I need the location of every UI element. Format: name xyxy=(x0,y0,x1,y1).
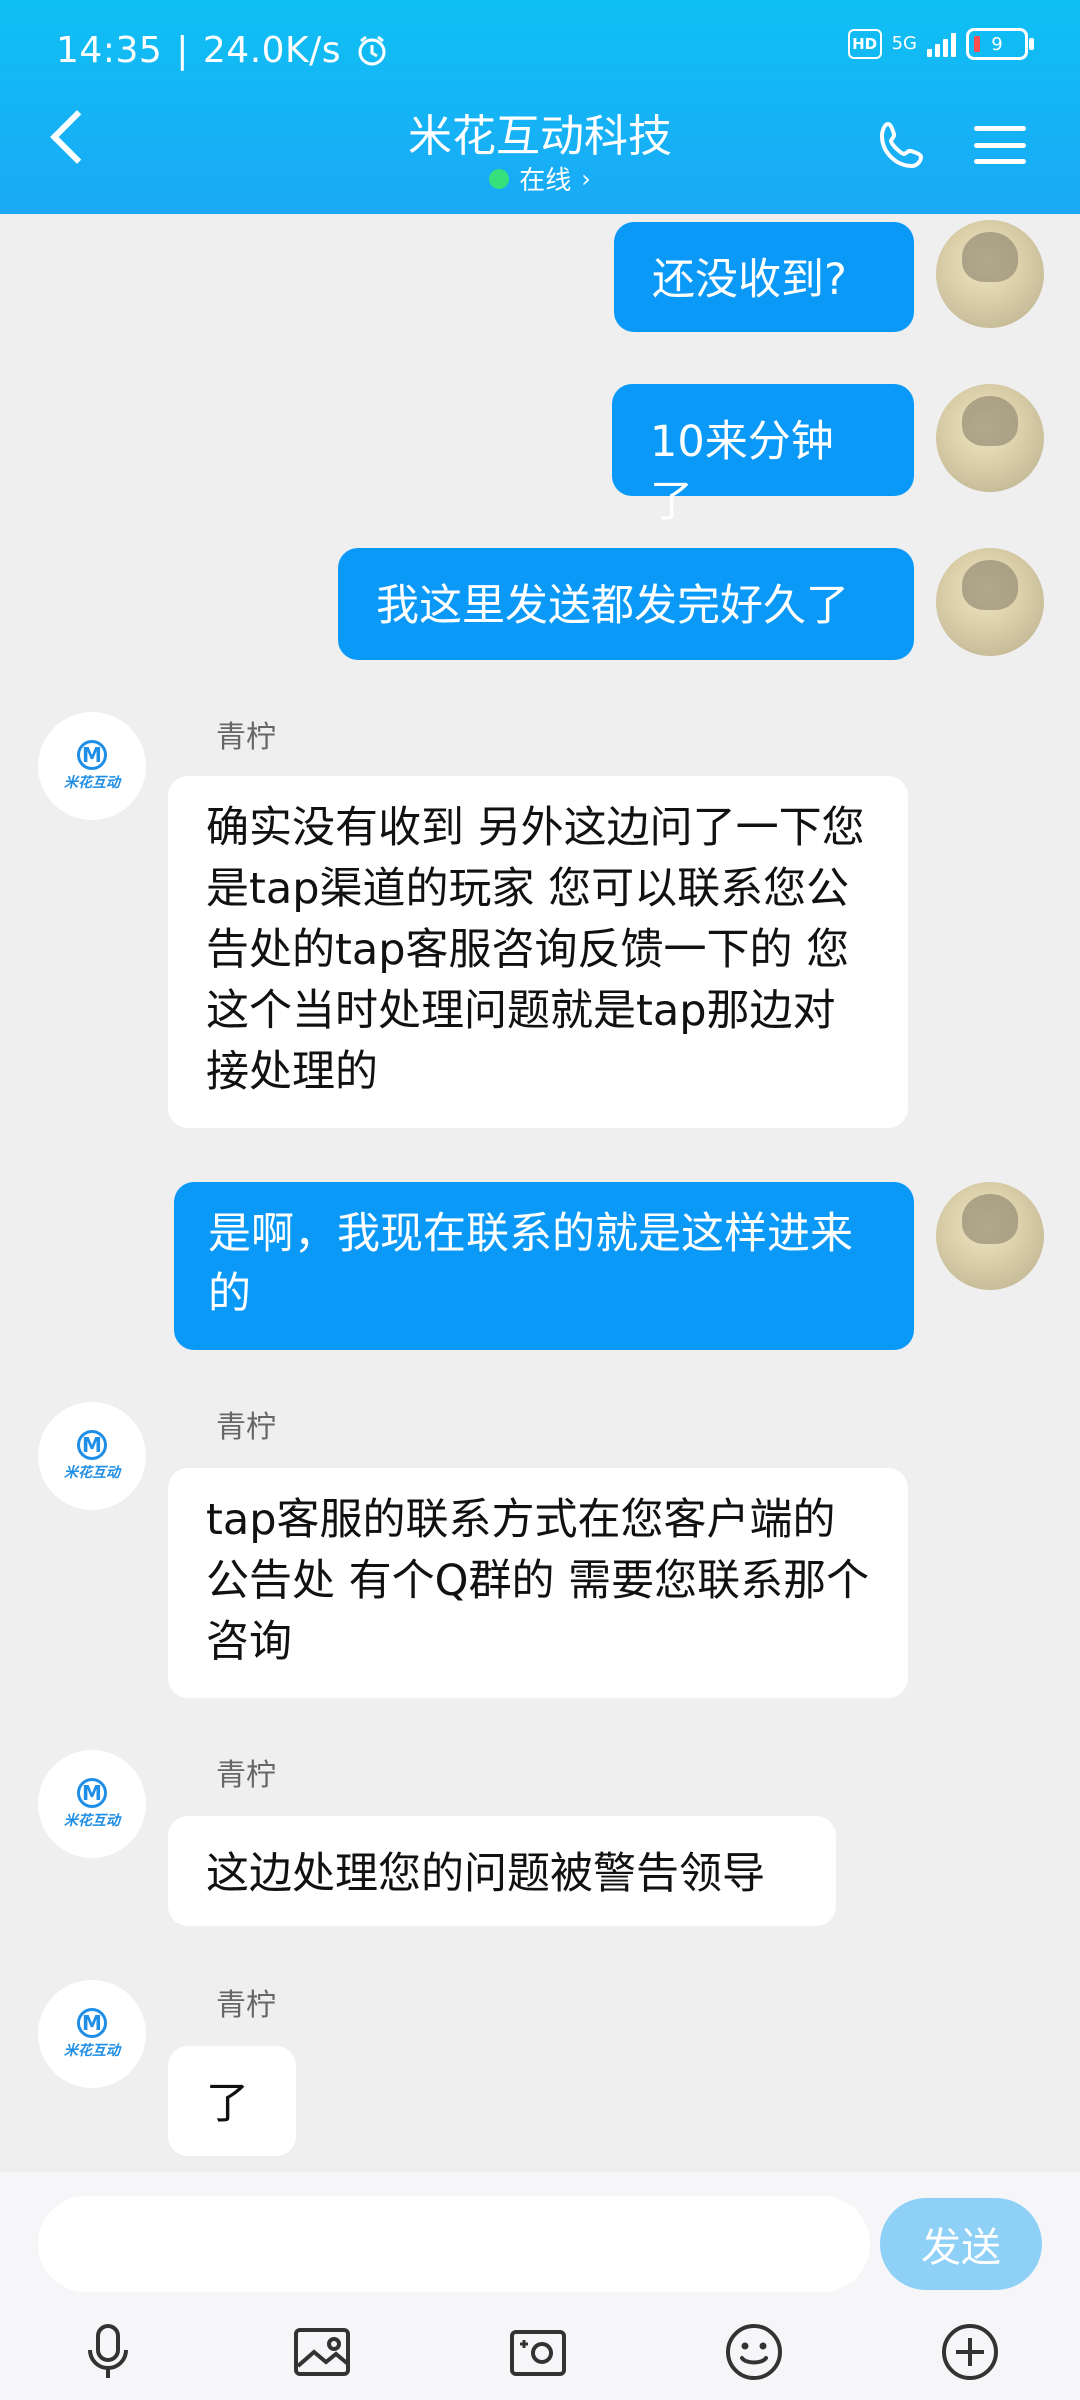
brand-logo-icon: M xyxy=(77,1778,107,1808)
camera-icon[interactable] xyxy=(506,2320,570,2384)
contact-avatar[interactable]: M 米花互动 xyxy=(38,1980,146,2088)
my-avatar[interactable] xyxy=(936,548,1044,656)
microphone-icon[interactable] xyxy=(76,2320,140,2384)
alarm-icon xyxy=(358,35,386,65)
sender-name: 青柠 xyxy=(216,1988,276,2023)
contact-avatar[interactable]: M 米花互动 xyxy=(38,1402,146,1510)
my-avatar[interactable] xyxy=(936,384,1044,492)
status-bar-right: HD 5G 9 xyxy=(847,28,1034,60)
signal-icon xyxy=(927,31,956,57)
my-avatar[interactable] xyxy=(936,1182,1044,1290)
sender-name: 青柠 xyxy=(216,1410,276,1445)
status-time: 14:35 xyxy=(56,30,163,71)
message-bubble-received[interactable]: 这边处理您的问题被警告领导 xyxy=(168,1816,836,1926)
brand-logo-icon: M xyxy=(77,1430,107,1460)
online-dot-icon xyxy=(489,168,510,189)
battery-level: 9 xyxy=(991,33,1003,55)
plus-icon[interactable] xyxy=(938,2320,1002,2384)
brand-logo-text: 米花互动 xyxy=(64,775,120,791)
brand-logo-icon: M xyxy=(77,2008,107,2038)
composer-bar: 发送 xyxy=(0,2172,1080,2400)
sender-name: 青柠 xyxy=(216,1758,276,1793)
message-bubble-sent[interactable]: 我这里发送都发完好久了 xyxy=(338,548,914,660)
brand-logo-text: 米花互动 xyxy=(64,2043,120,2059)
image-icon[interactable] xyxy=(290,2320,354,2384)
chat-header: 14:35 | 24.0K/s HD 5G 9 米花互动科技 在线 › xyxy=(0,0,1080,214)
message-bubble-sent[interactable]: 是啊，我现在联系的就是这样进来的 xyxy=(174,1182,914,1350)
brand-logo-text: 米花互动 xyxy=(64,1813,120,1829)
message-list[interactable]: 还没收到? 10来分钟了 我这里发送都发完好久了 M 米花互动 青柠 确实没有收… xyxy=(0,214,1080,2230)
menu-icon[interactable] xyxy=(974,126,1026,164)
message-input[interactable] xyxy=(38,2196,870,2292)
message-bubble-received[interactable]: 确实没有收到 另外这边问了一下您是tap渠道的玩家 您可以联系您公告处的tap客… xyxy=(168,776,908,1128)
contact-avatar[interactable]: M 米花互动 xyxy=(38,712,146,820)
my-avatar[interactable] xyxy=(936,220,1044,328)
phone-call-icon[interactable] xyxy=(874,118,930,174)
message-bubble-received[interactable]: 了 xyxy=(168,2046,296,2156)
status-bar-left: 14:35 | 24.0K/s xyxy=(56,30,389,71)
composer-toolbar xyxy=(0,2310,1080,2390)
battery-icon: 9 xyxy=(966,28,1034,60)
presence-label: 在线 xyxy=(519,166,572,196)
send-button[interactable]: 发送 xyxy=(880,2198,1042,2290)
hd-icon: HD xyxy=(847,29,882,59)
chevron-right-icon: › xyxy=(581,164,591,193)
sender-name: 青柠 xyxy=(216,720,276,755)
contact-avatar[interactable]: M 米花互动 xyxy=(38,1750,146,1858)
emoji-icon[interactable] xyxy=(722,2320,786,2384)
message-bubble-received[interactable]: tap客服的联系方式在您客户端的公告处 有个Q群的 需要您联系那个咨询 xyxy=(168,1468,908,1698)
brand-logo-icon: M xyxy=(77,740,107,770)
network-label: 5G xyxy=(891,33,917,54)
network-speed: 24.0K/s xyxy=(202,30,342,71)
brand-logo-text: 米花互动 xyxy=(64,1465,120,1481)
message-bubble-sent[interactable]: 10来分钟了 xyxy=(612,384,914,527)
message-bubble-sent[interactable]: 还没收到? xyxy=(614,222,914,332)
